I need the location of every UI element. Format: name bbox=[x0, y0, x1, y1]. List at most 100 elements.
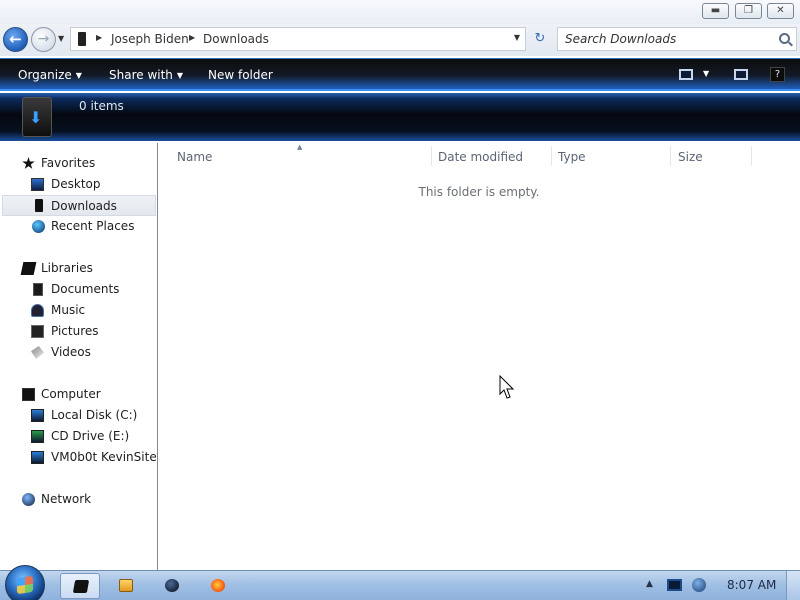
restore-icon: ❐ bbox=[744, 5, 753, 16]
taskbar-app-button[interactable] bbox=[152, 573, 192, 599]
network-status-icon[interactable] bbox=[667, 579, 682, 591]
media-player-icon bbox=[119, 579, 133, 592]
sort-ascending-icon: ▲ bbox=[297, 143, 303, 151]
network-icon bbox=[22, 493, 35, 506]
recent-places-icon bbox=[32, 220, 45, 233]
item-count: 0 items bbox=[79, 99, 124, 113]
music-icon bbox=[31, 304, 44, 317]
search-box[interactable] bbox=[557, 27, 797, 51]
videos-icon bbox=[31, 346, 44, 359]
sidebar-item-cd-drive[interactable]: CD Drive (E:) bbox=[0, 426, 157, 447]
sidebar-item-network[interactable]: Network bbox=[0, 489, 157, 510]
sidebar-item-label: Downloads bbox=[51, 199, 117, 213]
column-divider[interactable] bbox=[670, 146, 671, 166]
sidebar-item-label: Local Disk (C:) bbox=[51, 408, 138, 422]
taskbar-media-player-button[interactable] bbox=[106, 573, 146, 599]
firefox-icon bbox=[211, 579, 225, 592]
column-divider[interactable] bbox=[551, 146, 552, 166]
volume-icon[interactable] bbox=[692, 578, 706, 592]
sidebar-item-documents[interactable]: Documents bbox=[0, 279, 157, 300]
column-header-name[interactable]: Name bbox=[177, 150, 212, 164]
address-row: ← → ▼ ▶ Joseph Biden ▶ Downloads ▼ ↻ bbox=[0, 24, 800, 56]
start-button[interactable] bbox=[5, 565, 45, 600]
close-icon: ✕ bbox=[776, 5, 785, 16]
sidebar-item-local-disk[interactable]: Local Disk (C:) bbox=[0, 405, 157, 426]
sidebar-item-favorites[interactable]: Favorites bbox=[0, 153, 157, 174]
title-bar: ▬ ❐ ✕ bbox=[0, 0, 800, 24]
libraries-icon bbox=[20, 262, 37, 275]
column-divider[interactable] bbox=[751, 146, 752, 166]
address-dropdown-icon[interactable]: ▼ bbox=[514, 33, 520, 42]
sidebar-item-recent-places[interactable]: Recent Places bbox=[0, 216, 157, 237]
sidebar-item-label: Desktop bbox=[51, 177, 101, 191]
sidebar-item-label: Computer bbox=[41, 387, 101, 401]
pictures-icon bbox=[31, 325, 44, 338]
sidebar-item-label: CD Drive (E:) bbox=[51, 429, 130, 443]
column-divider[interactable] bbox=[431, 146, 432, 166]
chevron-down-icon: ▼ bbox=[176, 71, 184, 80]
breadcrumb-separator-icon[interactable]: ▶ bbox=[189, 33, 195, 42]
details-strip: 0 items bbox=[0, 93, 800, 141]
share-with-button[interactable]: Share with ▼ bbox=[109, 68, 183, 82]
help-icon[interactable]: ? bbox=[770, 67, 785, 82]
sidebar-item-label: Network bbox=[41, 492, 92, 506]
search-icon[interactable] bbox=[779, 33, 790, 44]
sidebar-item-pictures[interactable]: Pictures bbox=[0, 321, 157, 342]
forward-button[interactable]: → bbox=[31, 27, 56, 52]
sidebar-item-label: Recent Places bbox=[51, 219, 135, 233]
sidebar-item-network-drive[interactable]: VM0b0t KevinSite bbox=[0, 447, 157, 468]
star-icon bbox=[22, 157, 35, 169]
taskbar-explorer-button[interactable] bbox=[60, 573, 100, 599]
clock[interactable]: 8:07 AM bbox=[727, 578, 776, 592]
show-desktop-button[interactable] bbox=[786, 571, 800, 600]
view-options-dropdown-icon[interactable]: ▼ bbox=[703, 69, 709, 78]
address-bar[interactable]: ▶ Joseph Biden ▶ Downloads ▼ bbox=[70, 27, 526, 51]
sidebar-item-label: VM0b0t KevinSite bbox=[51, 450, 157, 464]
desktop-icon bbox=[31, 178, 44, 191]
network-drive-icon bbox=[31, 451, 44, 464]
show-hidden-icons-icon[interactable]: ▲ bbox=[646, 579, 653, 589]
hard-drive-icon bbox=[31, 409, 44, 422]
minimize-button[interactable]: ▬ bbox=[702, 3, 729, 19]
maximize-button[interactable]: ❐ bbox=[735, 3, 762, 19]
search-input[interactable] bbox=[558, 28, 768, 50]
mouse-cursor-icon bbox=[499, 375, 515, 399]
sidebar-item-label: Pictures bbox=[51, 324, 99, 338]
sidebar-item-downloads[interactable]: Downloads bbox=[2, 195, 156, 216]
sidebar-item-label: Music bbox=[51, 303, 86, 317]
breadcrumb-downloads[interactable]: Downloads bbox=[203, 32, 269, 46]
taskbar-firefox-button[interactable] bbox=[198, 573, 238, 599]
refresh-button[interactable]: ↻ bbox=[528, 28, 552, 50]
back-button[interactable]: ← bbox=[3, 27, 28, 52]
sidebar-item-label: Favorites bbox=[41, 156, 96, 170]
sidebar-item-music[interactable]: Music bbox=[0, 300, 157, 321]
breadcrumb-user[interactable]: Joseph Biden bbox=[111, 32, 189, 46]
sidebar-item-desktop[interactable]: Desktop bbox=[0, 174, 157, 195]
share-with-label: Share with bbox=[109, 68, 173, 82]
empty-folder-message: This folder is empty. bbox=[418, 185, 540, 199]
documents-icon bbox=[33, 283, 43, 296]
close-button[interactable]: ✕ bbox=[767, 3, 794, 19]
new-folder-button[interactable]: New folder bbox=[208, 68, 273, 82]
recent-pages-button[interactable]: ▼ bbox=[58, 34, 64, 43]
column-header-date-modified[interactable]: Date modified bbox=[438, 150, 523, 164]
downloads-folder-icon bbox=[22, 97, 52, 137]
breadcrumb-separator-icon[interactable]: ▶ bbox=[96, 33, 102, 42]
preview-pane-icon[interactable] bbox=[734, 69, 748, 80]
minimize-icon: ▬ bbox=[710, 5, 721, 16]
file-list-pane[interactable]: ▲ Name Date modified Type Size This fold… bbox=[158, 143, 800, 570]
sidebar-item-label: Videos bbox=[51, 345, 91, 359]
taskbar: ▲ 8:07 AM bbox=[0, 565, 800, 600]
explorer-icon bbox=[72, 580, 90, 593]
downloads-icon bbox=[35, 199, 43, 212]
column-header-type[interactable]: Type bbox=[558, 150, 586, 164]
organize-button[interactable]: Organize ▼ bbox=[18, 68, 82, 82]
sidebar-item-libraries[interactable]: Libraries bbox=[0, 258, 157, 279]
app-icon bbox=[165, 579, 179, 592]
navigation-pane: Favorites Desktop Downloads Recent Place… bbox=[0, 143, 157, 570]
sidebar-item-videos[interactable]: Videos bbox=[0, 342, 157, 363]
column-header-size[interactable]: Size bbox=[678, 150, 703, 164]
change-view-icon[interactable] bbox=[679, 69, 693, 80]
sidebar-item-computer[interactable]: Computer bbox=[0, 384, 157, 405]
command-bar: Organize ▼ Share with ▼ New folder ▼ ? bbox=[0, 58, 800, 91]
